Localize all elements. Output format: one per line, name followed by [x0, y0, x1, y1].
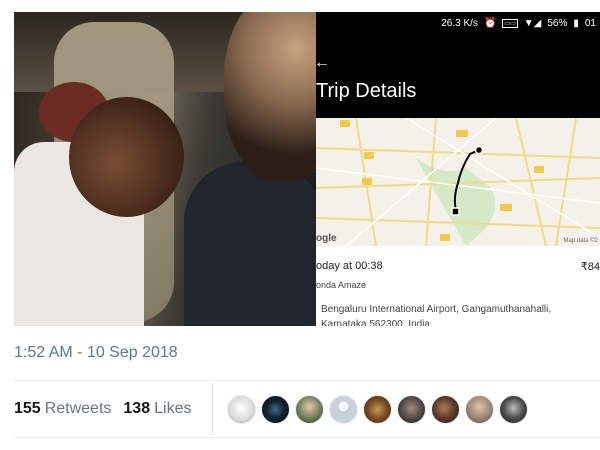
signal-icon: ▼◢: [523, 17, 542, 29]
tweet-timestamp[interactable]: 1:52 AM - 10 Sep 2018: [14, 344, 178, 362]
avatar[interactable]: [363, 395, 392, 424]
google-logo: ogle: [316, 233, 337, 244]
retweet-count[interactable]: 155: [14, 400, 41, 418]
pickup-marker: [474, 145, 484, 155]
avatar[interactable]: [465, 395, 494, 424]
map-canvas: [316, 118, 600, 246]
alarm-icon: ⏰: [483, 17, 497, 29]
network-speed: 26.3 K/s: [441, 17, 478, 29]
car-model: onda Amaze: [316, 280, 367, 290]
dropoff-marker: [451, 207, 460, 216]
avatar[interactable]: [261, 395, 290, 424]
like-count[interactable]: 138: [123, 400, 150, 418]
avatar[interactable]: [295, 395, 324, 424]
avatar[interactable]: [227, 395, 256, 424]
route-map[interactable]: ogle Map data ©2: [316, 118, 600, 246]
liker-avatars: [227, 395, 528, 424]
tweet-actions-bar: [14, 438, 600, 450]
bearded-man-body: [184, 162, 316, 326]
phone-status-bar: 26.3 K/s ⏰ ▭▭ ▼◢ 56% ▮ 01: [316, 12, 600, 34]
avatar[interactable]: [499, 395, 528, 424]
trip-fare: ₹84: [580, 261, 600, 273]
phone-clock: 01: [584, 17, 596, 29]
default-avatar[interactable]: [329, 395, 358, 424]
sleeping-man-head: [69, 97, 184, 217]
map-credit: Map data ©2: [563, 238, 598, 244]
address-line: Bengaluru International Airport, Gangamu…: [321, 304, 552, 315]
battery-level: 56%: [547, 17, 568, 29]
avatar[interactable]: [397, 395, 426, 424]
stats-separator: [212, 382, 213, 438]
trip-summary: oday at 00:38 ₹84: [316, 260, 600, 276]
divider: [14, 380, 600, 381]
retweets-link[interactable]: Retweets: [45, 400, 112, 418]
dropoff-address: Bengaluru International Airport, Gangamu…: [321, 302, 600, 326]
bearded-man-head: [224, 12, 316, 182]
tweet-stats: 155 Retweets 138 Likes: [14, 400, 191, 418]
selfie-photo[interactable]: [14, 12, 316, 326]
likes-link[interactable]: Likes: [154, 400, 191, 418]
tweet-media[interactable]: 26.3 K/s ⏰ ▭▭ ▼◢ 56% ▮ 01 ← Trip Details: [14, 12, 600, 326]
avatar[interactable]: [431, 395, 460, 424]
trip-details-screenshot[interactable]: 26.3 K/s ⏰ ▭▭ ▼◢ 56% ▮ 01 ← Trip Details: [316, 12, 600, 326]
address-line: Karnataka 562300, India: [321, 319, 430, 326]
battery-icon: ▮: [573, 17, 579, 29]
volte-icon: ▭▭: [502, 18, 518, 28]
app-bar: ← Trip Details: [316, 34, 600, 118]
trip-date: oday at 00:38: [316, 260, 383, 272]
page-title: Trip Details: [316, 80, 417, 102]
back-arrow-icon[interactable]: ←: [316, 54, 330, 72]
